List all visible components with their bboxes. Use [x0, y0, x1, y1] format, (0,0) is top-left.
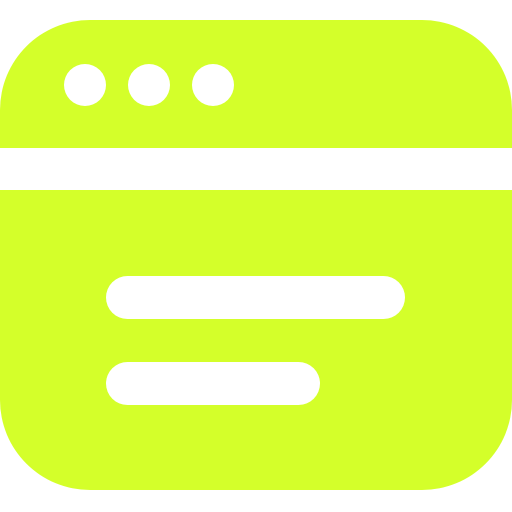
window-dot-2 [128, 64, 170, 106]
icon-canvas [0, 0, 512, 512]
window-body [0, 190, 512, 490]
window-dot-3 [192, 64, 234, 106]
browser-window-icon [0, 20, 512, 490]
window-dot-1 [64, 64, 106, 106]
content-line-1 [106, 276, 405, 319]
content-line-2 [106, 362, 320, 405]
